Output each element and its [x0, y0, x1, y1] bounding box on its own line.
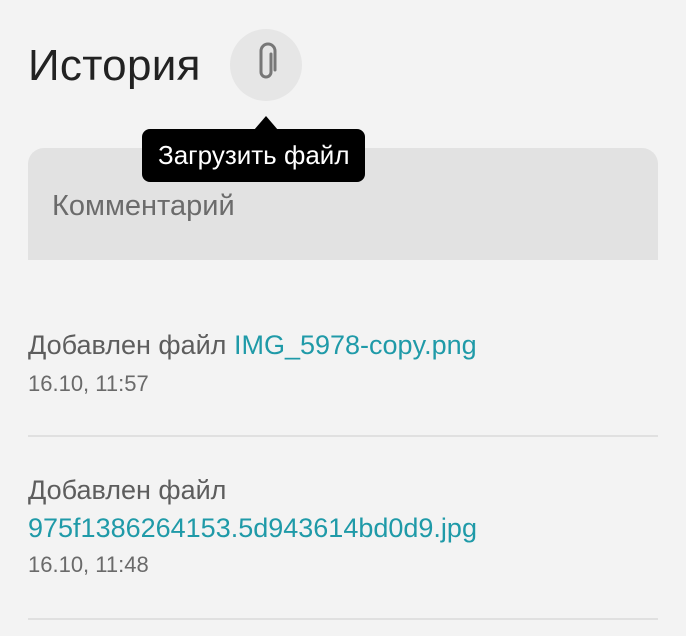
history-timestamp: 16.10, 11:48: [28, 552, 149, 577]
history-item: Добавлен файл 975f1386264153.5d943614bd0…: [28, 472, 658, 620]
history-action: Добавлен файл: [28, 330, 227, 360]
paperclip-icon: [251, 42, 281, 89]
upload-file-tooltip: Загрузить файл: [142, 129, 366, 182]
attach-file-button[interactable]: [230, 29, 302, 101]
file-link[interactable]: IMG_5978-copy.png: [234, 330, 477, 360]
file-link[interactable]: 975f1386264153.5d943614bd0d9.jpg: [28, 510, 658, 546]
history-item: Добавлен файл IMG_5978-copy.png 16.10, 1…: [28, 327, 658, 437]
history-action: Добавлен файл: [28, 475, 227, 505]
comment-placeholder: Комментарий: [52, 190, 235, 222]
history-timestamp: 16.10, 11:57: [28, 371, 149, 396]
tooltip-arrow: [254, 116, 278, 130]
history-event: Добавлен файл IMG_5978-copy.png: [28, 327, 658, 363]
history-event: Добавлен файл 975f1386264153.5d943614bd0…: [28, 472, 658, 546]
page-title: История: [28, 41, 201, 90]
